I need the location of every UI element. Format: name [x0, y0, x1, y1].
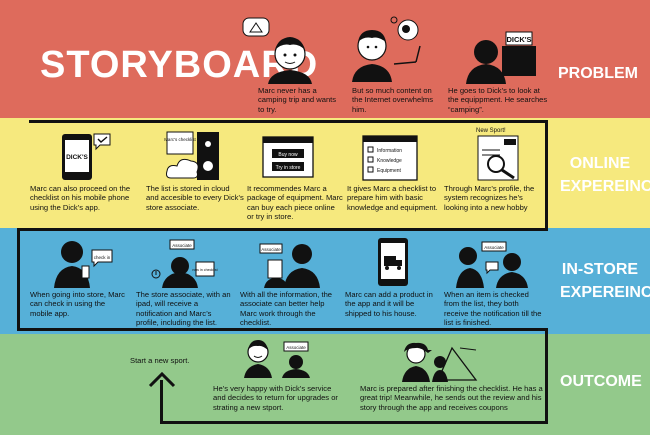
problem-caption-2: But so much content on the Internet over… [352, 86, 434, 114]
camping-dream-icon [242, 17, 312, 84]
new-in-checklist-text: new in checklist [192, 268, 217, 272]
buy-now-text: Buy now [278, 152, 298, 158]
camping-trip-icon [402, 342, 478, 382]
online-caption-1: Marc can also proceed on the checklist o… [30, 184, 131, 212]
row-label-problem: PROBLEM [558, 65, 638, 82]
new-sport-text: New Sport! [476, 128, 506, 134]
marcs-checklist-text: Marc's checklist [164, 137, 196, 142]
row-label-online: ONLINE EXPEREINCE [560, 155, 650, 195]
equipment-text: Equipment [377, 168, 402, 174]
flow-line-top [29, 120, 548, 123]
outcome-caption-1: He’s very happy with Dick’s service and … [213, 384, 338, 412]
information-text: Information [377, 148, 402, 154]
online-caption-5: Through Marc’s profile, the system recog… [444, 184, 535, 212]
recommend-window-icon: Buy now Try in store [262, 136, 314, 178]
flow-line-right-2 [545, 328, 548, 424]
flow-line-lower [17, 328, 548, 331]
knowledge-text: Knowledge [377, 158, 402, 164]
flow-line-middle [17, 228, 548, 231]
associate-helping-icon: Associate [259, 243, 320, 288]
try-in-store-text: Try in store [276, 165, 301, 171]
dicks-logo-text: DICK'S [506, 35, 531, 44]
associate-text-4: Associate [286, 345, 306, 350]
check-in-person-icon: check in [54, 241, 113, 288]
associate-ipad-icon: Associate new in checklist [151, 239, 218, 288]
flow-line-left [17, 228, 20, 331]
check-in-text: check in [94, 255, 111, 260]
online-caption-3: It recommendes Marc a package of equipme… [247, 184, 343, 221]
associate-text-1: Associate [172, 243, 192, 248]
overwhelmed-icon [352, 16, 421, 82]
profile-search-icon: New Sport! [476, 128, 519, 181]
instore-caption-5: When an item is checked from the list, t… [444, 290, 542, 327]
problem-caption-3: He goes to Dick’s to look at the equippm… [448, 86, 548, 114]
flow-line-bottom [160, 421, 548, 424]
both-notified-icon: Associate [456, 241, 528, 288]
row-label-outcome: OUTCOME [560, 373, 642, 390]
phone-dicks-text: DICK'S [66, 154, 88, 161]
dicks-store-icon: DICK'S [466, 31, 536, 84]
associate-text-2: Associate [261, 247, 281, 252]
instore-caption-2: The store associate, with an ipad, will … [136, 290, 231, 327]
instore-caption-4: Marc can add a product in the app and it… [345, 290, 433, 318]
mobile-phone-icon: DICK'S [62, 133, 111, 180]
online-caption-2: The list is stored in cloud and accesibl… [146, 184, 244, 212]
instore-caption-3: With all the information, the associate … [240, 290, 333, 327]
up-arrow-icon [148, 371, 176, 388]
cloud-server-icon: Marc's checklist [164, 131, 219, 180]
checklist-window-icon: Information Knowledge Equipment [362, 135, 418, 181]
online-caption-4: It gives Marc a checklist to prepare him… [347, 184, 438, 212]
storyboard: STORYBOARD PROBLEM ONLINE EXPEREINCE IN-… [0, 0, 650, 435]
start-new-sport-label: Start a new sport. [130, 356, 190, 365]
associate-text-3: Associate [484, 245, 504, 250]
outcome-caption-2: Marc is prepared after finishing the che… [360, 384, 543, 412]
instore-caption-1: When going into store, Marc can check in… [30, 290, 125, 318]
happy-customer-icon: Associate [244, 340, 310, 378]
app-add-product-icon [378, 238, 408, 286]
problem-caption-1: Marc never has a camping trip and wants … [258, 86, 337, 114]
row-label-instore: IN-STORE EXPEREINCE [560, 261, 650, 301]
flow-line-right-1 [545, 120, 548, 231]
